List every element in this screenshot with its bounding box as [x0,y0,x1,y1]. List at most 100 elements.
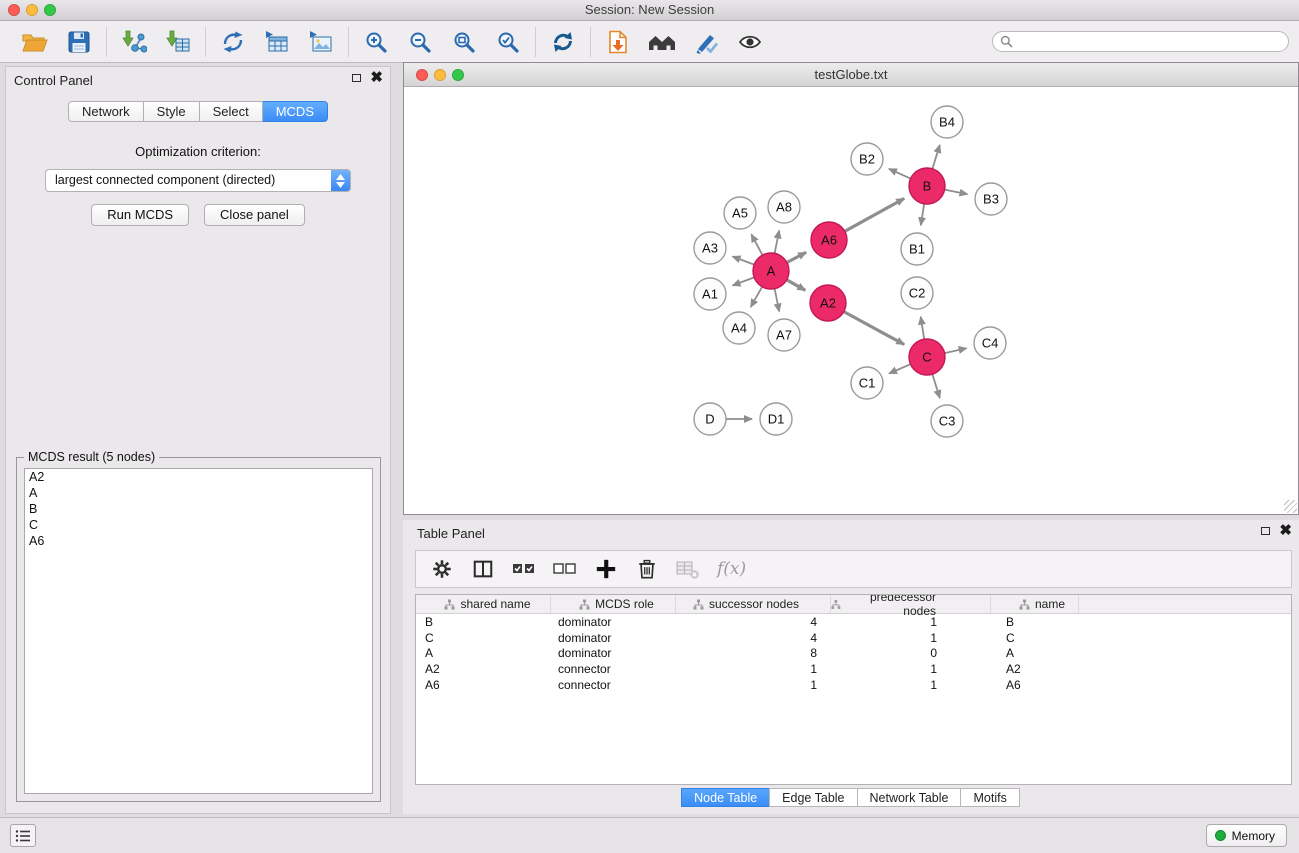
new-network-icon[interactable] [215,26,251,58]
cell[interactable]: 0 [831,646,991,660]
home-icon[interactable] [644,26,680,58]
graph-node-C1[interactable]: C1 [851,367,883,399]
column-header-predecessor-nodes[interactable]: predecessor nodes [831,595,991,613]
network-close-button[interactable] [416,69,428,81]
cell[interactable]: B [416,615,551,629]
cell[interactable]: B [991,615,1079,629]
cell[interactable]: A2 [416,662,551,676]
table-row-a6[interactable]: A6connector11A6 [416,677,1291,693]
tab-network-table[interactable]: Network Table [857,788,962,807]
tab-mcds[interactable]: MCDS [263,101,328,122]
refresh-icon[interactable] [545,26,581,58]
tab-select[interactable]: Select [200,101,263,122]
dropdown-stepper-icon[interactable] [331,170,350,191]
graph-node-A2[interactable]: A2 [810,285,846,321]
column-header-MCDS-role[interactable]: MCDS role [551,595,676,613]
network-canvas[interactable]: B4B2BB3A5A8A6A3B1AC2A1A2A4A7C4CC1DD1C3 [404,88,1298,514]
delete-column-trash-icon[interactable] [635,557,659,581]
graph-node-C[interactable]: C [909,339,945,375]
column-header-successor-nodes[interactable]: successor nodes [676,595,831,613]
tab-motifs[interactable]: Motifs [960,788,1019,807]
cell[interactable]: 1 [676,678,831,692]
table-row-a2[interactable]: A2connector11A2 [416,661,1291,677]
close-table-panel-icon[interactable]: ✖ [1279,526,1292,536]
graph-node-B[interactable]: B [909,168,945,204]
edge-A-A8[interactable] [775,231,780,254]
tab-network[interactable]: Network [68,101,144,122]
open-session-icon[interactable] [600,26,636,58]
edge-B-B1[interactable] [921,204,924,226]
select-all-icon[interactable] [512,557,536,581]
mcds-result-item-c[interactable]: C [25,517,372,533]
resize-grip[interactable] [1284,500,1297,513]
table-row-b[interactable]: Bdominator41B [416,614,1291,630]
edge-B-B2[interactable] [889,169,911,179]
cell[interactable]: connector [551,662,676,676]
import-table-from-file-icon[interactable] [160,26,196,58]
edge-C-C1[interactable] [889,364,911,373]
edge-A-A2[interactable] [787,280,806,291]
edge-C-C4[interactable] [945,348,967,353]
cell[interactable]: dominator [551,646,676,660]
table-row-a[interactable]: Adominator80A [416,645,1291,661]
graph-node-B3[interactable]: B3 [975,183,1007,215]
cell[interactable]: C [416,631,551,645]
zoom-selected-icon[interactable] [490,26,526,58]
graph-node-D1[interactable]: D1 [760,403,792,435]
cell[interactable]: 8 [676,646,831,660]
zoom-window-button[interactable] [44,4,56,16]
run-mcds-button[interactable]: Run MCDS [91,204,189,226]
graph-node-C2[interactable]: C2 [901,277,933,309]
graph-node-A8[interactable]: A8 [768,191,800,223]
edge-A-A3[interactable] [733,257,755,265]
edge-B-B3[interactable] [945,190,968,195]
mcds-result-item-a2[interactable]: A2 [25,469,372,485]
cell[interactable]: 4 [676,631,831,645]
cell[interactable]: A6 [991,678,1079,692]
graph-node-B4[interactable]: B4 [931,106,963,138]
edge-A-A5[interactable] [751,234,762,255]
tab-node-table[interactable]: Node Table [681,788,770,807]
mcds-result-item-a[interactable]: A [25,485,372,501]
graph-node-C3[interactable]: C3 [931,405,963,437]
network-graph[interactable]: B4B2BB3A5A8A6A3B1AC2A1A2A4A7C4CC1DD1C3 [404,88,1298,515]
edge-A-A7[interactable] [775,289,780,312]
close-window-button[interactable] [8,4,20,16]
new-table-icon[interactable] [259,26,295,58]
cell[interactable]: 1 [831,662,991,676]
cell[interactable]: dominator [551,631,676,645]
apply-style-icon[interactable] [688,26,724,58]
edge-C-C3[interactable] [932,374,939,398]
memory-button[interactable]: Memory [1206,824,1287,847]
edge-A-A4[interactable] [751,287,763,307]
table-row-c[interactable]: Cdominator41C [416,630,1291,646]
cell[interactable]: 1 [831,678,991,692]
close-panel-icon[interactable]: ✖ [370,73,383,83]
graph-node-A4[interactable]: A4 [723,312,755,344]
edge-B-B4[interactable] [932,145,939,169]
graph-node-A1[interactable]: A1 [694,278,726,310]
edge-A-A1[interactable] [733,277,755,285]
float-panel-icon[interactable] [352,74,361,82]
graph-node-A7[interactable]: A7 [768,319,800,351]
float-table-panel-icon[interactable] [1261,527,1270,535]
deselect-all-icon[interactable] [553,557,577,581]
graph-node-B1[interactable]: B1 [901,233,933,265]
close-panel-button[interactable]: Close panel [204,204,305,226]
show-columns-icon[interactable] [471,557,495,581]
graph-node-D[interactable]: D [694,403,726,435]
minimize-window-button[interactable] [26,4,38,16]
graph-node-B2[interactable]: B2 [851,143,883,175]
network-window-titlebar[interactable]: testGlobe.txt [404,63,1298,87]
cell[interactable]: 1 [676,662,831,676]
edge-A6-B[interactable] [845,199,904,232]
zoom-out-icon[interactable] [402,26,438,58]
column-header-name[interactable]: name [991,595,1079,613]
tab-style[interactable]: Style [144,101,200,122]
search-input[interactable] [1013,33,1288,50]
export-network-image-icon[interactable] [303,26,339,58]
tab-edge-table[interactable]: Edge Table [769,788,857,807]
mcds-result-item-a6[interactable]: A6 [25,533,372,549]
criterion-dropdown[interactable]: largest connected component (directed) [45,169,351,192]
cell[interactable]: dominator [551,615,676,629]
